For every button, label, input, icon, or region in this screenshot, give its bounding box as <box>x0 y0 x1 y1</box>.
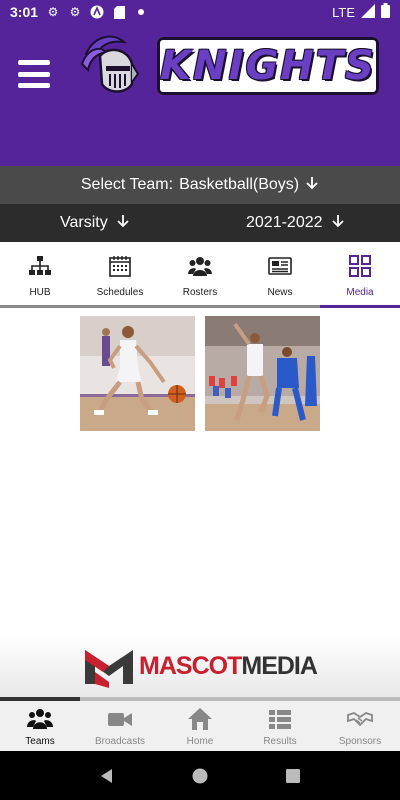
media-gallery <box>80 316 320 431</box>
gear-icon: ⚙ <box>47 5 59 19</box>
sponsor-banner[interactable]: MASCOTMEDIA <box>0 634 400 698</box>
sponsor-brand-part1: MASCOT <box>139 651 242 680</box>
home-icon <box>188 708 212 730</box>
nav-broadcasts[interactable]: Broadcasts <box>80 701 160 751</box>
grid-icon <box>349 255 371 277</box>
dot-icon <box>134 5 148 19</box>
team-selector[interactable]: Select Team: Basketball(Boys) <box>0 166 400 204</box>
knight-helmet-logo <box>78 34 140 98</box>
people-icon <box>27 709 53 729</box>
status-bar: 3:01 ⚙ ⚙ LTE <box>0 0 400 24</box>
app-header: KNIGHTS <box>0 24 400 166</box>
nav-results[interactable]: Results <box>240 701 320 751</box>
status-time: 3:01 <box>10 4 39 20</box>
team-selector-label: Select Team: <box>80 176 174 193</box>
tab-label: Media <box>346 287 374 298</box>
sponsor-brand-part2: MEDIA <box>241 651 318 680</box>
tab-label: Rosters <box>182 287 218 298</box>
tab-news[interactable]: News <box>240 242 320 308</box>
tab-label: News <box>267 287 293 298</box>
arrow-down-icon <box>116 214 130 233</box>
arrow-down-icon <box>331 214 345 233</box>
battery-icon <box>381 3 390 21</box>
level-dropdown[interactable]: Varsity <box>60 204 130 242</box>
newspaper-icon <box>268 257 292 275</box>
video-camera-icon <box>108 713 132 726</box>
section-tabs: HUB Schedules Rosters News Media <box>0 242 400 308</box>
gear-icon: ⚙ <box>69 5 81 19</box>
calendar-icon <box>109 256 131 277</box>
nav-label: Broadcasts <box>94 736 146 747</box>
mascot-media-logo-icon <box>85 650 134 688</box>
tab-hub[interactable]: HUB <box>0 242 80 308</box>
home-circle-icon[interactable] <box>191 767 209 785</box>
basketball-layup-photo <box>205 316 320 431</box>
hamburger-menu-button[interactable] <box>18 60 50 88</box>
hierarchy-icon <box>29 256 51 275</box>
tab-active-indicator <box>320 305 400 308</box>
level-value: Varsity <box>60 214 108 231</box>
tab-media[interactable]: Media <box>320 242 400 308</box>
tab-label: HUB <box>29 287 51 298</box>
knights-wordmark: KNIGHTS <box>157 37 379 95</box>
media-thumbnail[interactable] <box>80 316 195 431</box>
tab-label: Schedules <box>96 287 144 298</box>
handshake-icon <box>347 712 373 727</box>
nav-home[interactable]: Home <box>160 701 240 751</box>
back-icon[interactable] <box>98 767 116 785</box>
nav-label: Results <box>263 736 297 747</box>
app-icon <box>90 5 104 19</box>
nav-sponsors[interactable]: Sponsors <box>320 701 400 751</box>
tab-rosters[interactable]: Rosters <box>160 242 240 308</box>
nav-label: Home <box>186 736 214 747</box>
season-dropdown[interactable]: 2021-2022 <box>246 204 345 242</box>
team-selector-value: Basketball(Boys) <box>179 176 300 193</box>
wordmark-text: KNIGHTS <box>160 43 376 89</box>
android-navigation-bar <box>0 751 400 800</box>
people-icon <box>188 257 212 276</box>
sponsor-brand: MASCOTMEDIA <box>139 651 318 681</box>
overview-icon[interactable] <box>284 767 302 785</box>
filter-row: Varsity 2021-2022 <box>0 204 400 242</box>
basketball-dribble-photo <box>80 316 195 431</box>
network-label: LTE <box>332 4 355 20</box>
season-value: 2021-2022 <box>246 214 323 231</box>
arrow-down-icon <box>305 176 319 195</box>
bottom-navigation: Teams Broadcasts Home Results Sponsors <box>0 701 400 751</box>
nav-label: Sponsors <box>338 736 382 747</box>
nav-teams[interactable]: Teams <box>0 701 80 751</box>
nav-label: Teams <box>25 736 55 747</box>
sd-card-icon <box>112 5 126 19</box>
tab-schedules[interactable]: Schedules <box>80 242 160 308</box>
list-icon <box>269 710 291 729</box>
media-thumbnail[interactable] <box>205 316 320 431</box>
tab-divider <box>0 305 320 308</box>
signal-icon <box>361 3 375 21</box>
